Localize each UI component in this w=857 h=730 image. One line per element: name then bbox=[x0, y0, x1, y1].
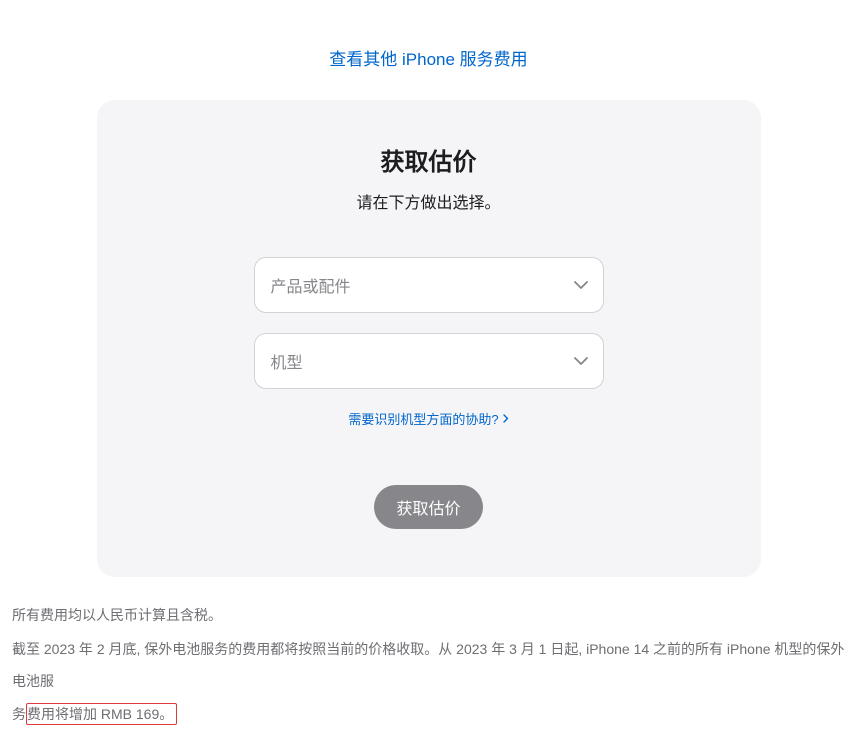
view-other-fees-link-wrapper: 查看其他 iPhone 服务费用 bbox=[10, 0, 847, 100]
help-link-wrapper: 需要识别机型方面的协助? bbox=[137, 409, 721, 429]
estimate-card: 获取估价 请在下方做出选择。 产品或配件 机型 需要识别机型方面的协助? bbox=[97, 100, 761, 577]
product-select[interactable]: 产品或配件 bbox=[254, 257, 604, 313]
chevron-right-icon bbox=[503, 414, 509, 423]
product-select-placeholder: 产品或配件 bbox=[271, 273, 351, 297]
card-title: 获取估价 bbox=[137, 142, 721, 177]
model-select[interactable]: 机型 bbox=[254, 333, 604, 389]
footnotes: 所有费用均以人民币计算且含税。 截至 2023 年 2 月底, 保外电池服务的费… bbox=[10, 577, 847, 730]
product-select-wrapper: 产品或配件 bbox=[254, 257, 604, 313]
model-select-placeholder: 机型 bbox=[271, 349, 303, 373]
identify-model-help-link[interactable]: 需要识别机型方面的协助? bbox=[348, 409, 508, 428]
price-increase-highlight: 费用将增加 RMB 169。 bbox=[26, 703, 177, 725]
get-estimate-button[interactable]: 获取估价 bbox=[374, 485, 482, 529]
help-link-text: 需要识别机型方面的协助? bbox=[348, 409, 498, 428]
footnote-price-change: 截至 2023 年 2 月底, 保外电池服务的费用都将按照当前的价格收取。从 2… bbox=[12, 633, 845, 730]
view-other-fees-link[interactable]: 查看其他 iPhone 服务费用 bbox=[329, 50, 527, 69]
footnote-tax: 所有费用均以人民币计算且含税。 bbox=[12, 599, 845, 631]
model-select-wrapper: 机型 bbox=[254, 333, 604, 389]
card-subtitle: 请在下方做出选择。 bbox=[137, 189, 721, 213]
